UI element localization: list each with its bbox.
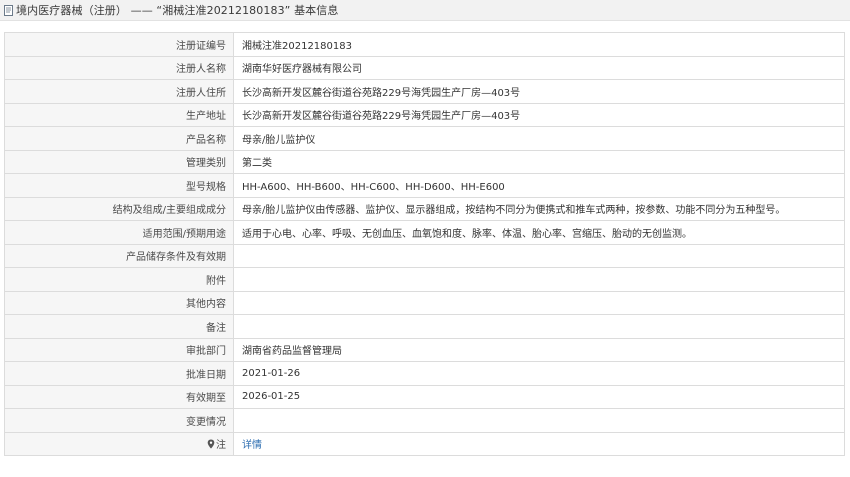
row-label: 产品储存条件及有效期	[4, 243, 234, 268]
table-row: 有效期至 2026-01-25	[4, 384, 845, 409]
table-row: 生产地址 长沙高新开发区麓谷街道谷苑路229号海凭园生产厂房—403号	[4, 102, 845, 127]
row-value	[233, 267, 845, 292]
table-row: 备注	[4, 314, 845, 339]
page-header: 境内医疗器械（注册） —— “湘械注准20212180183” 基本信息	[0, 0, 850, 21]
row-label: 批准日期	[4, 361, 234, 386]
row-value	[233, 314, 845, 339]
table-row: 其他内容	[4, 290, 845, 315]
row-value	[233, 408, 845, 433]
row-value: 长沙高新开发区麓谷街道谷苑路229号海凭园生产厂房—403号	[233, 102, 845, 127]
row-label: 结构及组成/主要组成成分	[4, 196, 234, 221]
row-value: 2021-01-26	[233, 361, 845, 386]
row-label: 审批部门	[4, 337, 234, 362]
row-label: 变更情况	[4, 408, 234, 433]
table-row: 变更情况	[4, 408, 845, 433]
row-label: 附件	[4, 267, 234, 292]
table-row: 注册证编号 湘械注准20212180183	[4, 32, 845, 57]
row-label: 管理类别	[4, 149, 234, 174]
note-value-cell: 详情	[233, 431, 845, 456]
row-label: 有效期至	[4, 384, 234, 409]
row-value: HH-A600、HH-B600、HH-C600、HH-D600、HH-E600	[233, 173, 845, 198]
table-row: 适用范围/预期用途 适用于心电、心率、呼吸、无创血压、血氧饱和度、脉率、体温、胎…	[4, 220, 845, 245]
table-row: 批准日期 2021-01-26	[4, 361, 845, 386]
table-row: 产品储存条件及有效期	[4, 243, 845, 268]
table-row: 产品名称 母亲/胎儿监护仪	[4, 126, 845, 151]
row-value	[233, 243, 845, 268]
pin-icon	[207, 439, 215, 449]
row-label: 产品名称	[4, 126, 234, 151]
row-value: 母亲/胎儿监护仪	[233, 126, 845, 151]
table-row: 注册人名称 湖南华好医疗器械有限公司	[4, 55, 845, 80]
page-title: 境内医疗器械（注册） —— “湘械注准20212180183” 基本信息	[16, 4, 339, 17]
table-row: 结构及组成/主要组成成分 母亲/胎儿监护仪由传感器、监护仪、显示器组成，按结构不…	[4, 196, 845, 221]
row-value: 第二类	[233, 149, 845, 174]
document-icon	[4, 4, 13, 16]
row-label: 型号规格	[4, 173, 234, 198]
note-row: 注 详情	[4, 431, 845, 456]
table-row: 审批部门 湖南省药品监督管理局	[4, 337, 845, 362]
row-value: 湖南华好医疗器械有限公司	[233, 55, 845, 80]
details-link[interactable]: 详情	[242, 440, 262, 451]
row-label: 生产地址	[4, 102, 234, 127]
note-label: 注	[216, 440, 226, 452]
row-label: 备注	[4, 314, 234, 339]
note-label-cell: 注	[4, 431, 234, 456]
table-row: 型号规格 HH-A600、HH-B600、HH-C600、HH-D600、HH-…	[4, 173, 845, 198]
basic-info-table: 注册证编号 湘械注准20212180183 注册人名称 湖南华好医疗器械有限公司…	[4, 32, 845, 456]
row-value	[233, 290, 845, 315]
row-value: 母亲/胎儿监护仪由传感器、监护仪、显示器组成，按结构不同分为便携式和推车式两种，…	[233, 196, 845, 221]
row-value: 湘械注准20212180183	[233, 32, 845, 57]
row-label: 其他内容	[4, 290, 234, 315]
row-label: 注册人住所	[4, 79, 234, 104]
table-row: 注册人住所 长沙高新开发区麓谷街道谷苑路229号海凭园生产厂房—403号	[4, 79, 845, 104]
row-value: 湖南省药品监督管理局	[233, 337, 845, 362]
row-label: 注册人名称	[4, 55, 234, 80]
table-row: 附件	[4, 267, 845, 292]
row-label: 适用范围/预期用途	[4, 220, 234, 245]
row-value: 长沙高新开发区麓谷街道谷苑路229号海凭园生产厂房—403号	[233, 79, 845, 104]
row-label: 注册证编号	[4, 32, 234, 57]
table-row: 管理类别 第二类	[4, 149, 845, 174]
row-value: 适用于心电、心率、呼吸、无创血压、血氧饱和度、脉率、体温、胎心率、宫缩压、胎动的…	[233, 220, 845, 245]
row-value: 2026-01-25	[233, 384, 845, 409]
